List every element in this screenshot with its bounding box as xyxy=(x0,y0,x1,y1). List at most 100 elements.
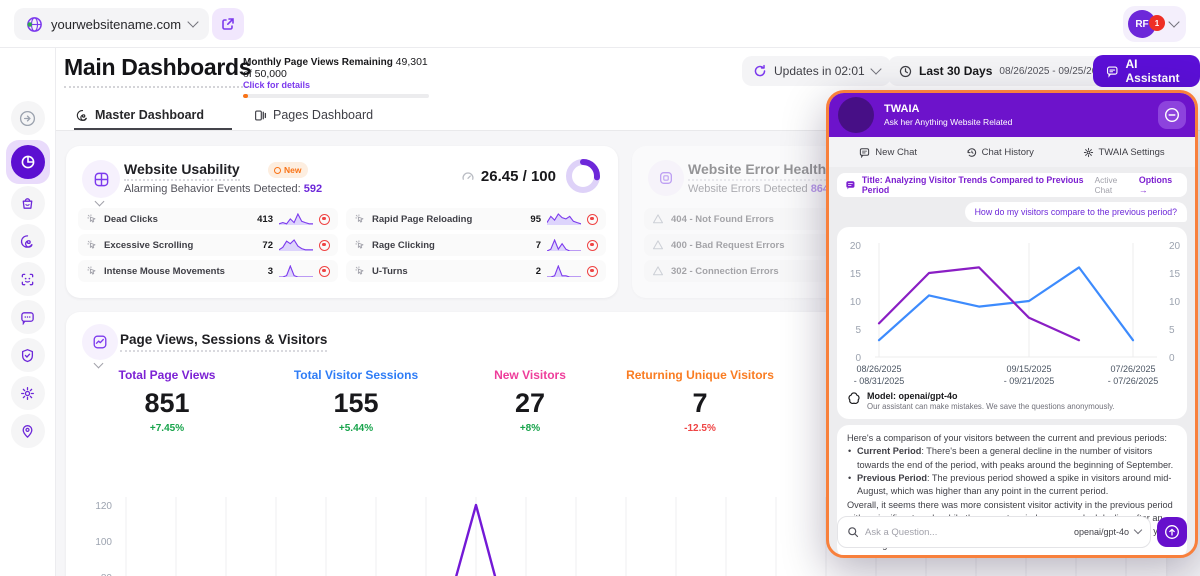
spiral-sessions-icon xyxy=(20,234,35,249)
chat-title-row: Title: Analyzing Visitor Trends Compared… xyxy=(837,173,1187,197)
sidebar-item-dashboard[interactable] xyxy=(6,140,50,184)
sidebar-expand-button[interactable] xyxy=(11,101,45,135)
new-chat-button[interactable]: New Chat xyxy=(859,147,917,158)
ask-question-input[interactable] xyxy=(865,527,1068,538)
chat-title: Title: Analyzing Visitor Trends Compared… xyxy=(862,175,1089,195)
sparkline xyxy=(279,239,313,251)
active-chat-label: Active Chat xyxy=(1095,175,1133,195)
minus-circle-icon xyxy=(1164,107,1180,123)
twaia-settings-button[interactable]: TWAIA Settings xyxy=(1083,147,1165,158)
error-health-title: Website Error Health xyxy=(688,161,826,181)
history-icon xyxy=(966,147,977,158)
site-favicon-globe-icon xyxy=(26,16,43,33)
session-recording-icon[interactable] xyxy=(587,266,598,277)
session-recording-icon[interactable] xyxy=(319,266,330,277)
assistant-tagline: Ask her Anything Website Related xyxy=(884,117,1012,127)
usability-subtitle: Alarming Behavior Events Detected: 592 xyxy=(124,183,322,195)
shop-bag-icon xyxy=(20,196,35,211)
assistant-name: TWAIA xyxy=(884,103,1012,115)
warning-triangle-icon xyxy=(652,239,664,251)
new-chat-icon xyxy=(859,147,870,158)
tab-pages-dashboard[interactable]: Pages Dashboard xyxy=(254,108,373,122)
cursor-click-icon xyxy=(86,265,98,277)
clock-icon xyxy=(899,65,912,78)
usability-row-label: Rage Clicking xyxy=(372,240,435,251)
stat-total-page-views: Total Page Views 851 +7.45% xyxy=(77,368,257,434)
spiral-sessions-icon xyxy=(76,109,89,122)
usability-row[interactable]: Rage Clicking7 xyxy=(346,234,606,256)
model-label: Model: openai/gpt-4o xyxy=(867,391,1115,401)
svg-text:5: 5 xyxy=(855,325,861,336)
model-selector[interactable]: openai/gpt-4o xyxy=(1074,527,1129,537)
page-title: Main Dashboards xyxy=(64,54,251,88)
usability-row[interactable]: Dead Clicks413 xyxy=(78,208,338,230)
pageviews-title: Page Views, Sessions & Visitors xyxy=(120,332,327,352)
stat-total-visitor-sessions: Total Visitor Sessions 155 +5.44% xyxy=(256,368,456,434)
error-card-icon xyxy=(648,160,684,196)
chevron-down-icon xyxy=(1134,526,1142,534)
usability-row[interactable]: Rapid Page Reloading95 xyxy=(346,208,606,230)
svg-text:09/15/2025: 09/15/2025 xyxy=(1006,364,1051,374)
session-recording-icon[interactable] xyxy=(587,240,598,251)
session-recording-icon[interactable] xyxy=(587,214,598,225)
assistant-header: TWAIA Ask her Anything Website Related xyxy=(829,93,1195,137)
answer-bullet: Current Period: There's been a general d… xyxy=(847,445,1177,472)
tab-master-dashboard[interactable]: Master Dashboard xyxy=(76,108,204,122)
warning-triangle-icon xyxy=(652,265,664,277)
dashboard-pie-icon xyxy=(11,145,45,179)
stat-new-visitors: New Visitors 27 +8% xyxy=(440,368,620,434)
sidebar-item-chat[interactable] xyxy=(11,300,45,334)
usability-title: Website Usability xyxy=(124,161,240,181)
usability-row[interactable]: U-Turns2 xyxy=(346,260,606,282)
svg-text:100: 100 xyxy=(95,537,112,548)
site-name: yourwebsitename.com xyxy=(51,17,181,32)
sidebar-item-settings[interactable] xyxy=(11,376,45,410)
session-recording-icon[interactable] xyxy=(319,214,330,225)
site-selector[interactable]: yourwebsitename.com xyxy=(14,8,209,40)
usability-row-value: 95 xyxy=(530,214,541,225)
chat-history-button[interactable]: Chat History xyxy=(966,147,1034,158)
send-question-button[interactable] xyxy=(1157,517,1187,547)
pages-columns-icon xyxy=(254,109,267,122)
svg-text:0: 0 xyxy=(1169,353,1175,364)
notification-badge: 1 xyxy=(1149,15,1165,31)
answer-intro: Here's a comparison of your visitors bet… xyxy=(847,432,1177,445)
sidebar-item-sessions[interactable] xyxy=(11,224,45,258)
quota-details-link[interactable]: Click for details xyxy=(243,80,433,90)
send-arrow-icon xyxy=(1164,524,1180,540)
question-input-field[interactable]: openai/gpt-4o xyxy=(837,516,1151,548)
usability-score-ring xyxy=(564,157,602,195)
shield-check-icon xyxy=(20,348,35,363)
collapse-chevron-icon[interactable] xyxy=(94,359,104,369)
sidebar-item-security[interactable] xyxy=(11,338,45,372)
svg-text:07/26/2025: 07/26/2025 xyxy=(1110,364,1155,374)
usability-row[interactable]: Intense Mouse Movements3 xyxy=(78,260,338,282)
refresh-icon xyxy=(753,64,767,78)
sidebar-item-ecommerce[interactable] xyxy=(11,186,45,220)
session-recording-icon[interactable] xyxy=(319,240,330,251)
quota-widget[interactable]: Monthly Page Views Remaining 49,301 of 5… xyxy=(243,56,433,98)
minimize-assistant-button[interactable] xyxy=(1158,101,1186,129)
stat-returning-unique-visitors: Returning Unique Visitors 7 -12.5% xyxy=(600,368,800,434)
chat-options-link[interactable]: Options → xyxy=(1139,175,1179,195)
answer-bullet: Previous Period: The previous period sho… xyxy=(847,472,1177,499)
usability-row[interactable]: Excessive Scrolling72 xyxy=(78,234,338,256)
updates-dropdown[interactable]: Updates in 02:01 xyxy=(742,56,891,86)
svg-text:- 08/31/2025: - 08/31/2025 xyxy=(854,376,905,386)
ai-assistant-button[interactable]: AI Assistant xyxy=(1093,55,1200,87)
open-site-button[interactable] xyxy=(212,8,244,40)
svg-text:20: 20 xyxy=(850,241,862,252)
collapse-chevron-icon[interactable] xyxy=(95,197,105,207)
pageviews-card-icon xyxy=(82,324,118,360)
user-menu[interactable]: RF 1 xyxy=(1123,6,1186,42)
svg-text:- 07/26/2025: - 07/26/2025 xyxy=(1108,376,1159,386)
sidebar-item-location[interactable] xyxy=(11,414,45,448)
sparkline xyxy=(279,265,313,277)
chevron-down-icon xyxy=(870,63,881,74)
avatar: RF 1 xyxy=(1128,10,1156,38)
visitor-scan-icon xyxy=(20,272,35,287)
gauge-icon xyxy=(461,170,475,184)
external-link-icon xyxy=(221,17,235,31)
sidebar-item-visitor-behavior[interactable] xyxy=(11,262,45,296)
usability-row-value: 72 xyxy=(262,240,273,251)
